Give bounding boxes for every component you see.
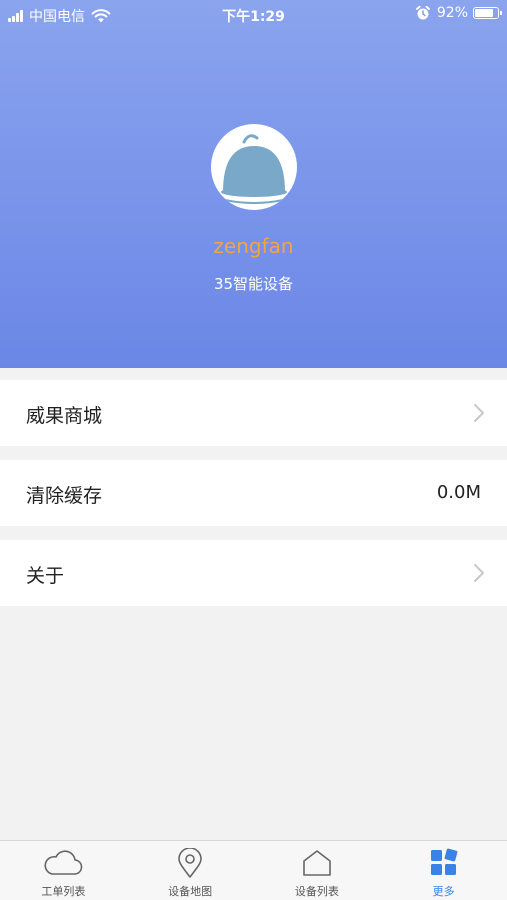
tab-label: 设备列表: [294, 885, 339, 898]
avatar[interactable]: [211, 124, 297, 210]
tab-more[interactable]: 更多: [380, 841, 507, 900]
menu-row-about[interactable]: 关于: [0, 540, 507, 606]
clear-cache-label: 清除缓存: [26, 485, 103, 507]
tab-label: 工单列表: [41, 885, 86, 898]
profile-header: 中国电信 下午1:29 92% zengfan 35智能设备: [0, 0, 507, 368]
tab-bar: 工单列表 设备地图 设备列表 更多: [0, 840, 507, 900]
location-pin-icon: [178, 848, 202, 878]
menu-row-clear-cache[interactable]: 清除缓存 0.0M: [0, 460, 507, 526]
tab-device-list[interactable]: 设备列表: [254, 841, 381, 900]
company-name: 35智能设备: [213, 275, 294, 293]
battery-icon: [473, 7, 502, 19]
chevron-right-icon: [474, 564, 484, 582]
tab-label: 设备地图: [168, 885, 213, 898]
tab-device-map[interactable]: 设备地图: [127, 841, 254, 900]
grid-icon: [430, 848, 458, 875]
shop-label: 威果商城: [26, 405, 103, 427]
chevron-right-icon: [474, 404, 484, 422]
status-right: 92%: [415, 5, 502, 21]
cache-size: 0.0M: [436, 482, 481, 503]
about-label: 关于: [26, 565, 65, 587]
avatar-image: [221, 134, 287, 204]
tab-work-orders[interactable]: 工单列表: [0, 841, 127, 900]
home-icon: [303, 850, 331, 876]
cloud-icon: [44, 850, 83, 875]
tab-label: 更多: [432, 885, 455, 898]
username: zengfan: [213, 234, 294, 258]
alarm-clock-icon: [415, 5, 430, 20]
battery-level: [475, 9, 494, 17]
status-bar: 中国电信 下午1:29 92%: [0, 0, 507, 30]
battery-percent: 92%: [436, 5, 468, 21]
menu-row-shop[interactable]: 威果商城: [0, 380, 507, 446]
